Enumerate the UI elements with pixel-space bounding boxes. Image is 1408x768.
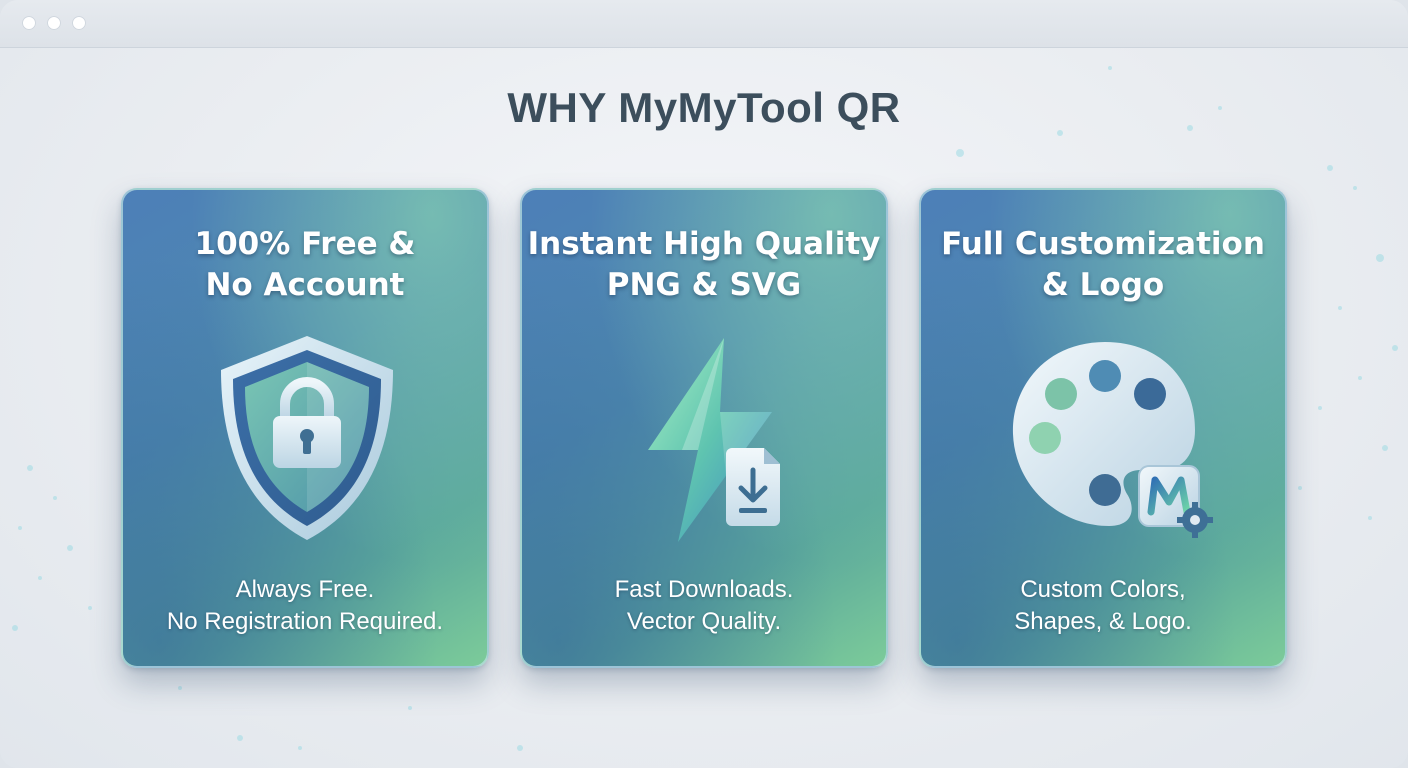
card-description: Fast Downloads. Vector Quality.	[614, 576, 794, 635]
window-close-button[interactable]	[22, 16, 36, 30]
app-window: WHY MyMyTool QR 100% Free & No Account A…	[0, 0, 1408, 768]
page-title: WHY MyMyTool QR	[507, 84, 901, 131]
shield-lock-icon	[221, 336, 393, 540]
card-description: Always Free. No Registration Required.	[166, 576, 444, 635]
feature-card-customization: Full Customization & Logo Custom Colors,…	[919, 188, 1287, 668]
window-minimize-button[interactable]	[47, 16, 61, 30]
window-maximize-button[interactable]	[72, 16, 86, 30]
lightning-download-icon	[648, 338, 780, 542]
card-title: Full Customization & Logo	[941, 226, 1265, 303]
card-description: Custom Colors, Shapes, & Logo.	[1014, 576, 1192, 635]
feature-card-free: 100% Free & No Account Always Free. No R…	[121, 188, 489, 668]
window-titlebar	[0, 0, 1408, 48]
card-title: Instant High Quality PNG & SVG	[527, 226, 881, 303]
palette-logo-icon	[1012, 342, 1213, 538]
card-title: 100% Free & No Account	[194, 226, 416, 303]
feature-card-quality: Instant High Quality PNG & SVG Fast Down…	[520, 188, 888, 668]
